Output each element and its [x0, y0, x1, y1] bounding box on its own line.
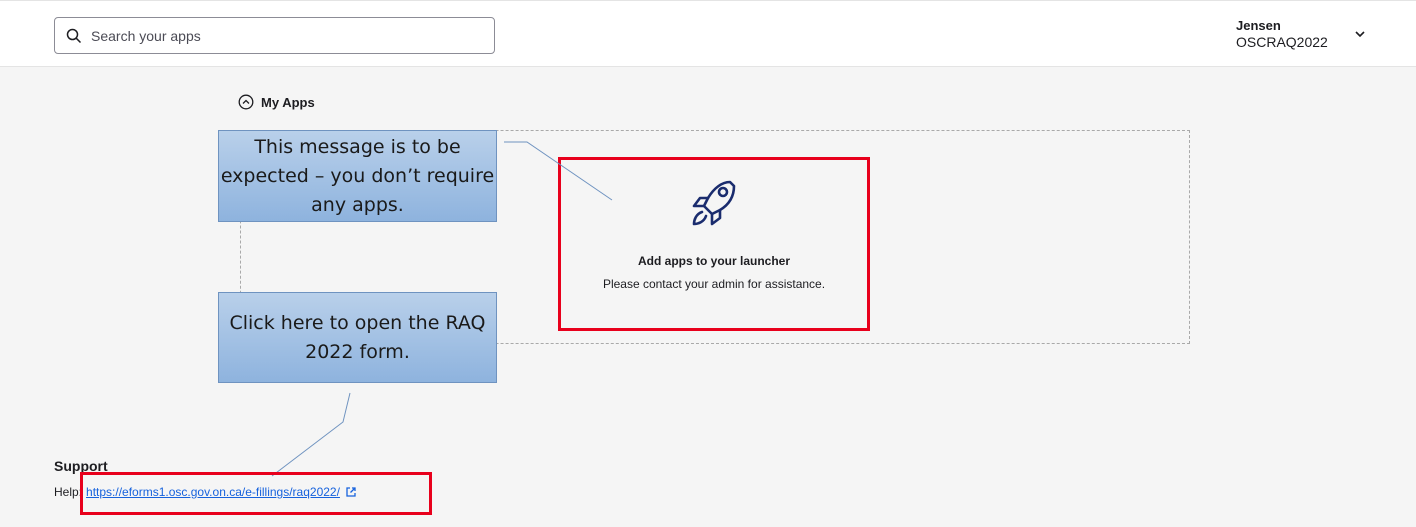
highlight-box-help-link [80, 472, 432, 515]
search-icon [66, 28, 82, 44]
highlight-box-empty-state [558, 157, 870, 331]
leader-line-2 [271, 392, 351, 477]
user-name: Jensen [1236, 18, 1281, 33]
callout-text: This message is to be expected – you don… [220, 135, 495, 216]
callout-text: Click here to open the RAQ 2022 form. [229, 311, 486, 363]
user-menu[interactable]: Jensen OSCRAQ2022 [1236, 18, 1366, 52]
user-org: OSCRAQ2022 [1236, 34, 1328, 50]
chevron-down-icon[interactable] [1354, 27, 1366, 39]
chevron-up-circle-icon [238, 94, 254, 110]
my-apps-section-toggle[interactable]: My Apps [238, 94, 315, 110]
top-bar: Jensen OSCRAQ2022 [0, 0, 1416, 67]
callout-open-form: Click here to open the RAQ 2022 form. [218, 292, 497, 383]
section-title: My Apps [261, 94, 315, 110]
help-label: Help: [54, 485, 83, 499]
callout-apps-message: This message is to be expected – you don… [218, 130, 497, 222]
search-box[interactable] [54, 17, 495, 54]
search-input[interactable] [91, 27, 471, 44]
